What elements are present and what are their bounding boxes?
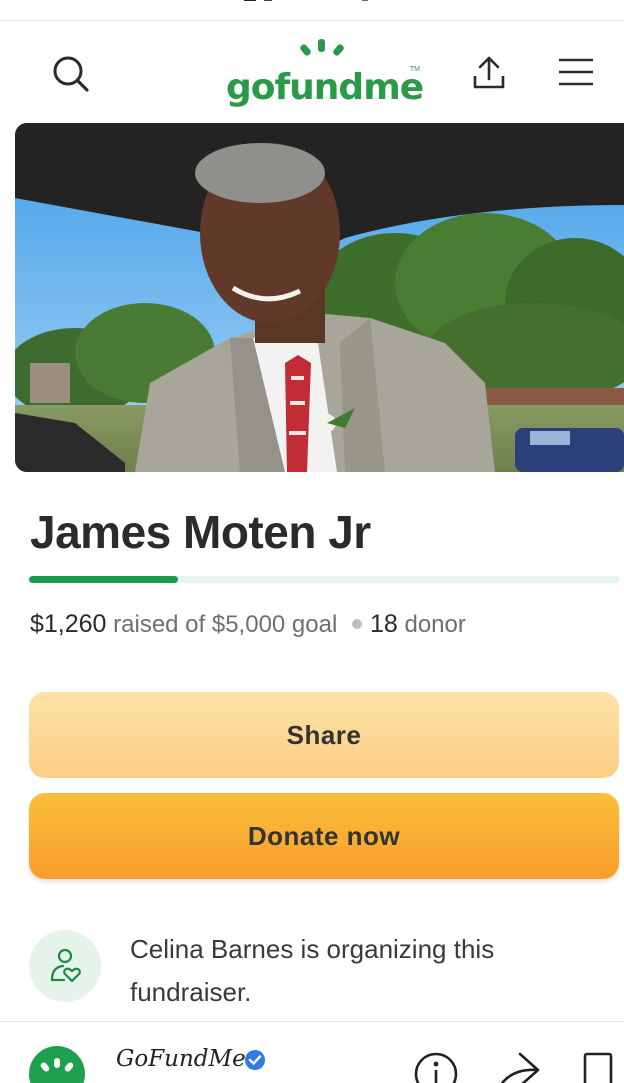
hero-image — [15, 123, 624, 472]
donor-count: 18 — [369, 610, 398, 638]
progress-bar — [29, 576, 620, 583]
menu-button[interactable] — [552, 52, 600, 92]
menu-icon — [559, 58, 593, 86]
organizer-text: Celina Barnes is organizing this fundrai… — [130, 934, 495, 1007]
logo-trademark: TM — [409, 66, 420, 73]
organizer-heart-icon — [50, 948, 81, 983]
donor-label: donor — [404, 611, 466, 638]
account-name: GoFundMe — [116, 1046, 246, 1072]
goal-label: raised of $5,000 goal — [113, 611, 338, 638]
campaign-hero-photo[interactable] — [15, 123, 624, 472]
bottom-bar: GoFundMe — [0, 1022, 624, 1083]
progress-fill — [29, 576, 178, 583]
logo-wordmark: gofundme — [226, 67, 424, 108]
gofundme-logo[interactable]: gofundme TM — [226, 38, 424, 110]
sun-logo-icon — [40, 1058, 74, 1072]
campaign-title: James Moten Jr — [30, 506, 371, 558]
bookmark-icon[interactable] — [582, 1052, 614, 1083]
status-strip-fragment — [244, 0, 368, 1]
upload-icon — [473, 56, 505, 89]
share-upload-button[interactable] — [464, 50, 514, 96]
gofundme-avatar[interactable] — [29, 1046, 85, 1083]
fundraising-stats: $1,260 raised of $5,000 goal 18 donor — [30, 610, 466, 639]
status-strip — [0, 0, 624, 21]
info-icon[interactable] — [414, 1052, 458, 1083]
share-button[interactable]: Share — [29, 692, 619, 778]
organizer-avatar — [29, 930, 101, 1002]
amount-raised: $1,260 — [30, 610, 107, 638]
share-arrow-icon[interactable] — [496, 1052, 540, 1083]
organizer-info: Celina Barnes is organizing this fundrai… — [29, 928, 620, 1008]
site-header: gofundme TM — [0, 22, 624, 122]
donate-now-button[interactable]: Donate now — [29, 793, 619, 879]
search-icon — [53, 56, 89, 92]
separator-dot — [351, 618, 362, 629]
verified-badge-icon — [245, 1050, 265, 1070]
search-button[interactable] — [46, 52, 96, 96]
logo-sun-icon — [300, 39, 344, 56]
